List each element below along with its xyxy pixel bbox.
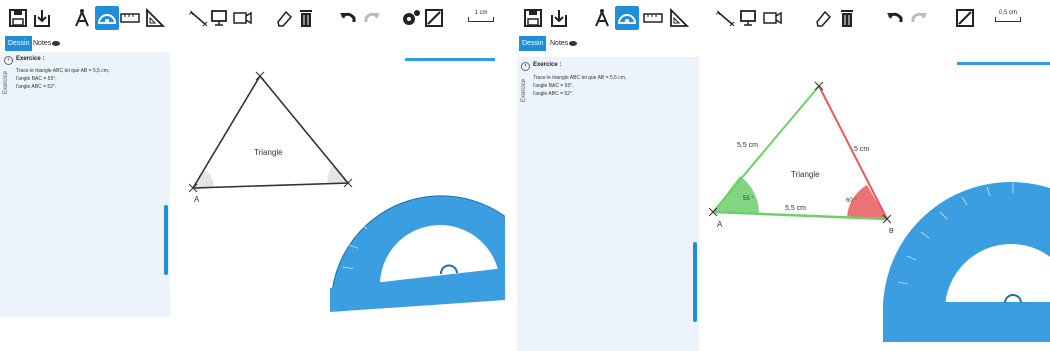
length-label-ac: 5,5 cm: [737, 142, 758, 149]
triangle-label: Triangle: [254, 148, 283, 157]
side-ac: [712, 85, 820, 213]
point-marker: [814, 81, 824, 91]
protractor[interactable]: [883, 182, 1050, 342]
point-marker: [255, 71, 265, 81]
protractor[interactable]: [327, 166, 505, 312]
angle-label-b: 60 °: [846, 198, 857, 204]
angle-label-a: 55 °: [743, 196, 754, 202]
angle-fill-a: [713, 176, 759, 213]
right-screenshot: A 0,5 cm Dessin Notes ‹ Exercice Exercic…: [517, 0, 1050, 351]
point-label-b: B: [889, 228, 894, 235]
length-label-bc: 5 cm: [854, 146, 869, 153]
triangle-label: Triangle: [791, 170, 820, 179]
drawing-canvas[interactable]: Triangle A: [0, 0, 505, 351]
point-label-a: A: [717, 220, 723, 229]
length-label-ab: 5,5 cm: [785, 205, 806, 212]
drawing-canvas[interactable]: 5,5 cm 5 cm 5,5 cm Triangle 55 ° 60 ° A …: [517, 0, 1050, 351]
angle-arc-b: [327, 165, 348, 184]
point-label-a: A: [194, 195, 200, 204]
left-screenshot: A 1 cm Dessin Notes ‹ Exercice Exercice …: [0, 0, 505, 351]
triangle-shape: [191, 74, 350, 189]
